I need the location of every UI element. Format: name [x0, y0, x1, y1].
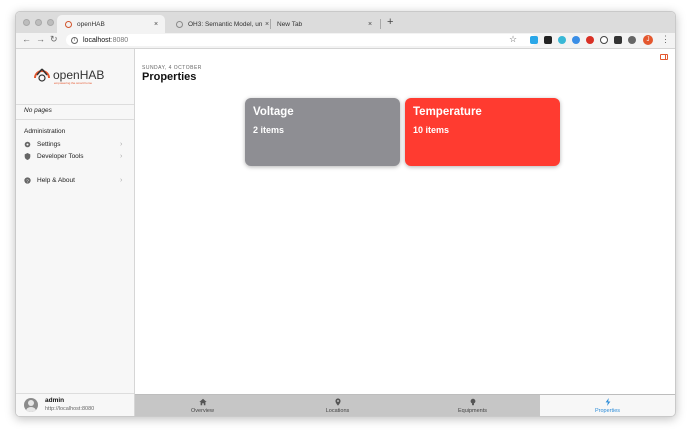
- close-window-button[interactable]: [23, 19, 30, 26]
- property-card-temperature[interactable]: Temperature 10 items: [405, 98, 560, 166]
- property-card-voltage[interactable]: Voltage 2 items: [245, 98, 400, 166]
- lightbulb-icon: [469, 398, 477, 407]
- sidebar-item-settings[interactable]: Settings ›: [16, 138, 134, 150]
- browser-tabstrip: openHAB × OH3: Semantic Model, units o… …: [16, 12, 675, 33]
- page-title: Properties: [142, 71, 197, 83]
- sidebar: openHAB empowering the smart home No pag…: [16, 49, 135, 416]
- map-pin-icon: [334, 398, 342, 407]
- tab-properties[interactable]: Properties: [540, 395, 675, 416]
- chevron-right-icon: ›: [120, 152, 123, 160]
- main-content: SUNDAY, 4 OCTOBER Properties Voltage 2 i…: [135, 49, 675, 394]
- tab-close-icon[interactable]: ×: [365, 21, 375, 28]
- tab-title: OH3: Semantic Model, units o…: [188, 20, 262, 28]
- no-pages-label: No pages: [24, 107, 52, 114]
- sidebar-item-label: Help & About: [37, 176, 75, 184]
- openhab-logo[interactable]: openHAB empowering the smart home: [30, 64, 122, 86]
- bookmark-star-icon[interactable]: ☆: [509, 34, 517, 45]
- extension-icon[interactable]: [614, 36, 622, 44]
- user-profile[interactable]: admin http://localhost:8080: [16, 393, 134, 416]
- sidebar-item-label: Developer Tools: [37, 152, 84, 160]
- extensions-puzzle-icon[interactable]: [628, 36, 636, 44]
- card-title: Temperature: [413, 106, 482, 118]
- forum-favicon-icon: [176, 20, 183, 28]
- divider: [16, 104, 134, 105]
- card-item-count: 2 items: [253, 125, 285, 135]
- extension-icon[interactable]: [544, 36, 552, 44]
- tab-title: openHAB: [77, 20, 105, 28]
- extension-icon[interactable]: [530, 36, 538, 44]
- reload-icon[interactable]: ↻: [50, 34, 58, 45]
- browser-window: openHAB × OH3: Semantic Model, units o… …: [15, 11, 676, 417]
- openhab-favicon-icon: [65, 20, 72, 28]
- home-icon: [198, 398, 207, 407]
- adblock-extension-icon[interactable]: [586, 36, 594, 44]
- tab-equipments[interactable]: Equipments: [405, 395, 540, 416]
- url-port: :8080: [110, 36, 129, 44]
- tab-label: Equipments: [457, 407, 488, 414]
- card-item-count: 10 items: [413, 125, 450, 135]
- window-controls: [23, 19, 54, 26]
- tab-overview[interactable]: Overview: [135, 395, 270, 416]
- tab-label: Locations: [325, 407, 350, 414]
- browser-toolbar: ← → ↻ i localhost:8080 ☆ J ⋮: [16, 33, 675, 49]
- extension-icon[interactable]: [600, 36, 608, 44]
- forward-arrow-icon[interactable]: →: [36, 34, 45, 44]
- question-icon: ?: [24, 176, 31, 184]
- maximize-window-button[interactable]: [47, 19, 54, 26]
- logo-tagline: empowering the smart home: [54, 81, 92, 85]
- url-host: localhost: [83, 36, 111, 44]
- tab-locations[interactable]: Locations: [270, 395, 405, 416]
- user-server-url: http://localhost:8080: [45, 406, 95, 412]
- svg-text:?: ?: [26, 178, 29, 184]
- chevron-right-icon: ›: [120, 176, 123, 184]
- sidebar-item-developer-tools[interactable]: Developer Tools ›: [16, 150, 134, 162]
- tab-label: Overview: [191, 407, 214, 414]
- extension-icon[interactable]: [572, 36, 580, 44]
- side-panel-toggle-icon[interactable]: [660, 54, 668, 60]
- user-name: admin: [45, 397, 65, 404]
- tab-label: Properties: [594, 407, 621, 414]
- shield-icon: [24, 152, 31, 160]
- new-tab-button[interactable]: +: [387, 16, 393, 28]
- browser-tab-new[interactable]: New Tab ×: [269, 15, 379, 33]
- avatar: [24, 398, 38, 412]
- browser-tab-semantic-model[interactable]: OH3: Semantic Model, units o… ×: [168, 15, 276, 33]
- minimize-window-button[interactable]: [35, 19, 42, 26]
- logo-text: openHAB: [53, 68, 104, 82]
- profile-avatar[interactable]: J: [643, 35, 653, 45]
- openhab-app: openHAB empowering the smart home No pag…: [16, 49, 675, 416]
- bottom-tabbar: Overview Locations Equipments Properties: [135, 394, 675, 416]
- administration-heading: Administration: [24, 128, 66, 135]
- sidebar-item-help-about[interactable]: ? Help & About ›: [16, 174, 134, 186]
- address-bar[interactable]: i localhost:8080: [66, 34, 536, 46]
- gear-icon: [24, 141, 31, 148]
- divider: [16, 119, 134, 120]
- sidebar-item-label: Settings: [37, 140, 61, 148]
- bolt-icon: [604, 398, 612, 407]
- tab-close-icon[interactable]: ×: [151, 21, 161, 28]
- browser-tab-openhab[interactable]: openHAB ×: [57, 15, 165, 33]
- tab-separator: [380, 19, 381, 29]
- tab-title: New Tab: [277, 20, 303, 28]
- browser-menu-icon[interactable]: ⋮: [661, 34, 670, 45]
- chevron-right-icon: ›: [120, 140, 123, 148]
- back-arrow-icon[interactable]: ←: [22, 34, 31, 44]
- card-title: Voltage: [253, 106, 294, 118]
- site-info-icon[interactable]: i: [71, 36, 78, 44]
- extension-icon[interactable]: [558, 36, 566, 44]
